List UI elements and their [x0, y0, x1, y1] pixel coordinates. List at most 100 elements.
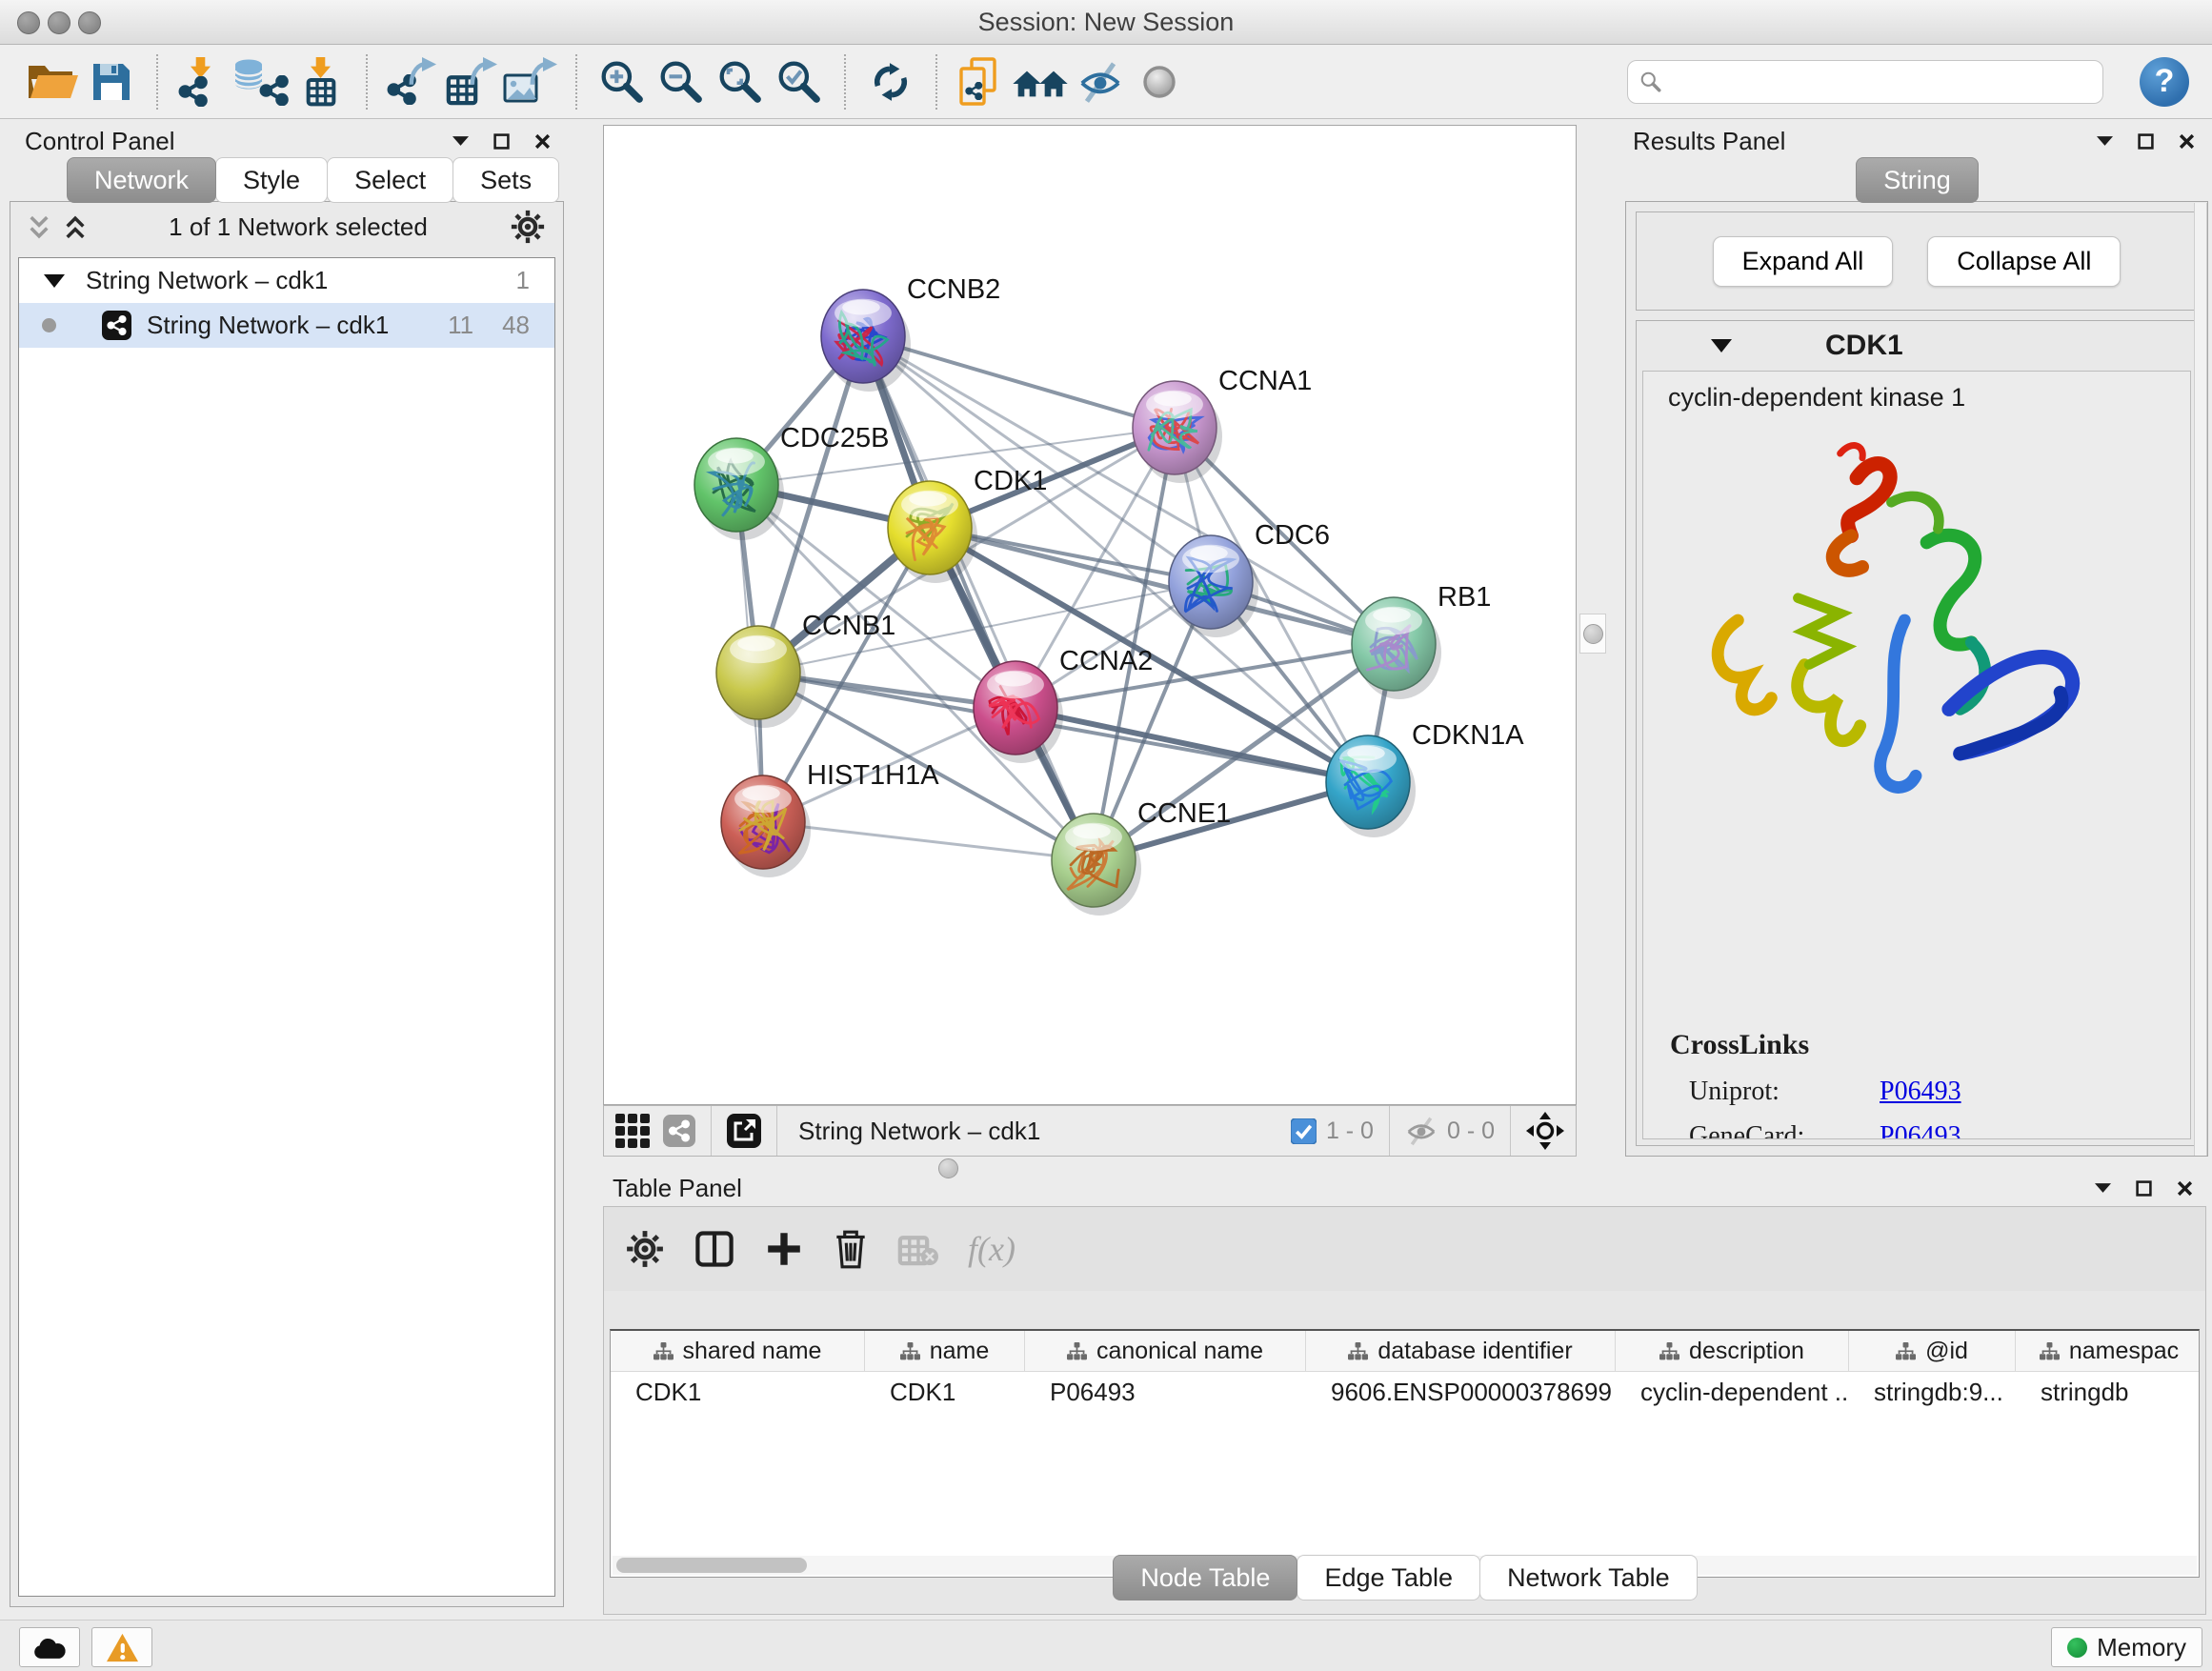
network-node-count: 11	[448, 311, 473, 340]
vertical-splitter-handle[interactable]	[1579, 614, 1606, 654]
table-panel: Table Panel f(x)	[603, 1172, 2206, 1615]
tab-style[interactable]: Style	[215, 157, 328, 203]
tab-edge-table[interactable]: Edge Table	[1297, 1555, 1480, 1601]
network-label: String Network – cdk1	[147, 311, 389, 340]
panel-float-button[interactable]	[493, 133, 510, 150]
table-header-row: shared name name canonical name database…	[611, 1331, 2199, 1372]
cell-name: CDK1	[865, 1378, 1025, 1407]
results-scrollbar[interactable]	[2194, 203, 2207, 1156]
results-panel: Results Panel String Expand All Collapse…	[1625, 125, 2208, 1157]
table-settings-gear[interactable]	[625, 1229, 665, 1269]
help-button[interactable]: ?	[2140, 57, 2189, 107]
import-network-file-button[interactable]	[173, 52, 232, 111]
column-header[interactable]: name	[865, 1331, 1025, 1371]
delete-column-button[interactable]	[833, 1228, 869, 1270]
zoom-in-button[interactable]	[593, 52, 652, 111]
panel-collapse-button[interactable]	[2097, 136, 2113, 146]
tab-network[interactable]: Network	[67, 157, 216, 203]
collapse-all-networks-button[interactable]	[28, 214, 50, 240]
crosslink-genecard-link[interactable]: P06493	[1880, 1121, 1961, 1140]
open-session-button[interactable]	[23, 52, 82, 111]
node-label-CCNB2: CCNB2	[907, 274, 1000, 305]
panel-collapse-button[interactable]	[452, 136, 469, 146]
column-header[interactable]: description	[1616, 1331, 1849, 1371]
crosslinks-section: CrossLinks Uniprot:P06493 GeneCard:P0649…	[1643, 1029, 2190, 1139]
tab-string[interactable]: String	[1856, 157, 1979, 203]
export-image-button[interactable]	[501, 52, 560, 111]
copy-document-share-button[interactable]	[953, 52, 1012, 111]
add-column-button[interactable]	[764, 1229, 804, 1269]
network-share-icon	[102, 311, 131, 340]
refresh-button[interactable]	[861, 52, 920, 111]
edge-HIST1H1A-CCNE1[interactable]	[763, 822, 1094, 860]
column-header[interactable]: database identifier	[1306, 1331, 1616, 1371]
hidden-eye-icon[interactable]	[1405, 1116, 1438, 1146]
grid-view-icon[interactable]	[615, 1114, 650, 1148]
expand-all-networks-button[interactable]	[64, 214, 87, 240]
zoom-out-button[interactable]	[652, 52, 711, 111]
show-columns-button[interactable]	[694, 1228, 735, 1270]
network-row-selected[interactable]: String Network – cdk1 11 48	[19, 303, 554, 348]
import-network-database-button[interactable]	[232, 52, 292, 111]
memory-button[interactable]: Memory	[2051, 1627, 2202, 1667]
share-view-icon[interactable]	[663, 1115, 695, 1147]
collapse-all-button[interactable]: Collapse All	[1927, 236, 2121, 287]
panel-float-button[interactable]	[2138, 133, 2154, 150]
export-network-button[interactable]	[383, 52, 442, 111]
column-header[interactable]: namespac	[2016, 1331, 2200, 1371]
tree-expand-icon[interactable]	[44, 274, 65, 288]
panel-close-button[interactable]	[534, 133, 551, 150]
network-status-dot	[42, 318, 56, 332]
cell-database-identifier: 9606.ENSP00000378699	[1306, 1378, 1616, 1407]
titlebar: Session: New Session	[0, 0, 2212, 45]
memory-status-dot	[2067, 1638, 2087, 1658]
zoom-selected-button[interactable]	[770, 52, 829, 111]
tab-select[interactable]: Select	[327, 157, 453, 203]
edge-CCNA2-CDKN1A[interactable]	[1016, 708, 1368, 782]
detach-view-icon[interactable]	[727, 1114, 761, 1148]
column-header[interactable]: canonical name	[1025, 1331, 1306, 1371]
search-box	[1627, 60, 2103, 104]
toolbar-separator	[935, 54, 937, 110]
protein-structure-image	[1672, 433, 2120, 834]
panel-float-button[interactable]	[2136, 1180, 2152, 1197]
home-houses-button[interactable]	[1012, 52, 1071, 111]
cell-shared-name: CDK1	[611, 1378, 865, 1407]
tab-node-table[interactable]: Node Table	[1113, 1555, 1297, 1601]
column-header[interactable]: shared name	[611, 1331, 865, 1371]
birdseye-crosshair-icon[interactable]	[1526, 1112, 1564, 1150]
protein-collapse-icon[interactable]	[1711, 339, 1732, 352]
control-panel: Control Panel Network Style Select Sets …	[10, 125, 564, 1607]
results-panel-title: Results Panel	[1633, 127, 1785, 156]
panel-close-button[interactable]	[2179, 133, 2195, 150]
node-label-HIST1H1A: HIST1H1A	[807, 760, 939, 791]
network-options-gear[interactable]	[510, 209, 546, 245]
node-label-CDC25B: CDC25B	[780, 423, 889, 453]
protein-name: CDK1	[1825, 330, 1903, 362]
zoom-fit-button[interactable]	[711, 52, 770, 111]
table-row[interactable]: CDK1 CDK1 P06493 9606.ENSP00000378699 cy…	[611, 1372, 2199, 1412]
node-table: shared name name canonical name database…	[610, 1329, 2200, 1578]
column-header[interactable]: @id	[1849, 1331, 2016, 1371]
save-session-button[interactable]	[82, 52, 141, 111]
crosslink-uniprot-link[interactable]: P06493	[1880, 1077, 1961, 1107]
network-graph[interactable]: CCNB2CCNA1CDC25BCDK1CDC6RB1CCNB1CCNA2CDK…	[604, 126, 1576, 1104]
help-glyph: ?	[2155, 63, 2175, 100]
tab-sets[interactable]: Sets	[452, 157, 559, 203]
expand-collapse-box: Expand All Collapse All	[1636, 211, 2198, 311]
cloud-button[interactable]	[19, 1627, 80, 1667]
selected-checkbox-icon[interactable]	[1291, 1118, 1317, 1144]
tab-network-table[interactable]: Network Table	[1479, 1555, 1698, 1601]
search-input[interactable]	[1672, 68, 2091, 96]
panel-collapse-button[interactable]	[2095, 1183, 2111, 1193]
sphere-eye-button[interactable]	[1130, 52, 1189, 111]
panel-close-button[interactable]	[2177, 1180, 2193, 1197]
hide-eye-button[interactable]	[1071, 52, 1130, 111]
cell-id: stringdb:9...	[1849, 1378, 2016, 1407]
export-table-button[interactable]	[442, 52, 501, 111]
expand-all-button[interactable]: Expand All	[1713, 236, 1894, 287]
warnings-button[interactable]	[91, 1627, 152, 1667]
network-canvas[interactable]: CCNB2CCNA1CDC25BCDK1CDC6RB1CCNB1CCNA2CDK…	[603, 125, 1577, 1105]
import-table-button[interactable]	[292, 52, 351, 111]
network-collection-row[interactable]: String Network – cdk1 1	[19, 258, 554, 303]
